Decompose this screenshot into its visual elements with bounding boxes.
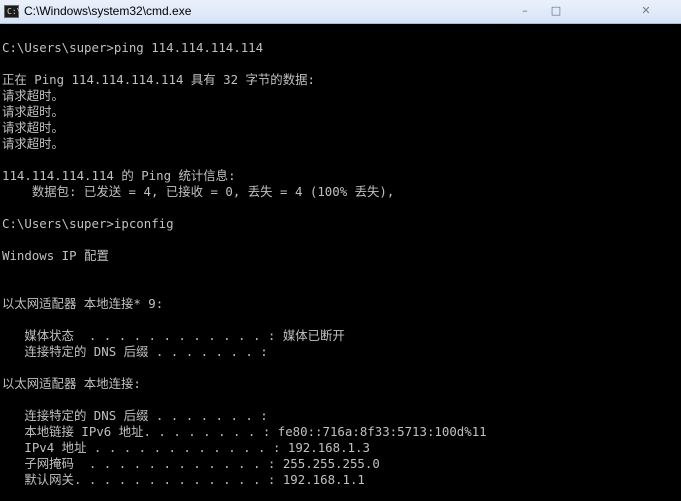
console-line: 数据包: 已发送 = 4, 已接收 = 0, 丢失 = 4 (100% 丢失), [2,184,395,199]
console-line: C:\Users\super>ipconfig [2,216,174,231]
console-output[interactable]: C:\Users\super>ping 114.114.114.114 正在 P… [0,24,681,501]
console-line: 连接特定的 DNS 后缀 . . . . . . . : [2,344,268,359]
cmd-window: C:\ C:\Windows\system32\cmd.exe – □ ✕ C:… [0,0,681,501]
console-line: Windows IP 配置 [2,248,109,263]
console-line: 请求超时。 [2,104,64,119]
minimize-icon[interactable]: – [512,2,538,20]
console-line: 请求超时。 [2,88,64,103]
window-title: C:\Windows\system32\cmd.exe [24,4,192,18]
console-line: 请求超时。 [2,136,64,151]
cmd-icon[interactable]: C:\ [4,5,22,18]
cmd-icon-label: C:\ [7,7,22,16]
console-line: 以太网适配器 本地连接* 9: [2,296,164,311]
console-line: 以太网适配器 本地连接: [2,376,141,391]
maximize-icon[interactable]: □ [543,2,569,20]
console-line: 114.114.114.114 的 Ping 统计信息: [2,168,236,183]
console-line: IPv4 地址 . . . . . . . . . . . . : 192.16… [2,440,370,455]
title-bar[interactable]: C:\ C:\Windows\system32\cmd.exe – □ ✕ [0,0,681,24]
close-icon[interactable]: ✕ [633,2,659,20]
console-line: 本地链接 IPv6 地址. . . . . . . . : fe80::716a… [2,424,487,439]
console-line: C:\Users\super>ping 114.114.114.114 [2,40,264,55]
console-line: 子网掩码 . . . . . . . . . . . . : 255.255.2… [2,456,380,471]
console-line: 连接特定的 DNS 后缀 . . . . . . . : [2,408,268,423]
console-line: 媒体状态 . . . . . . . . . . . . : 媒体已断开 [2,328,345,343]
console-line: 默认网关. . . . . . . . . . . . . : 192.168.… [2,472,365,487]
console-line: 请求超时。 [2,120,64,135]
console-line: 正在 Ping 114.114.114.114 具有 32 字节的数据: [2,72,315,87]
